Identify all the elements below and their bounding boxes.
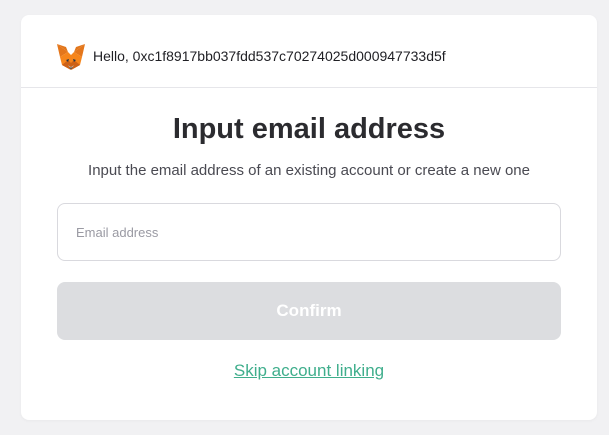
page-title: Input email address xyxy=(172,113,446,145)
email-input[interactable] xyxy=(57,203,561,261)
greeting-text: Hello, 0xc1f8917bb037fdd537c70274025d000… xyxy=(93,48,446,64)
confirm-button[interactable]: Confirm xyxy=(57,282,561,340)
login-card: Hello, 0xc1f8917bb037fdd537c70274025d000… xyxy=(21,15,597,420)
metamask-fox-icon xyxy=(56,43,86,71)
page-subtitle: Input the email address of an existing a… xyxy=(88,162,530,179)
card-header: Hello, 0xc1f8917bb037fdd537c70274025d000… xyxy=(21,15,597,88)
skip-account-linking-link[interactable]: Skip account linking xyxy=(21,361,597,381)
